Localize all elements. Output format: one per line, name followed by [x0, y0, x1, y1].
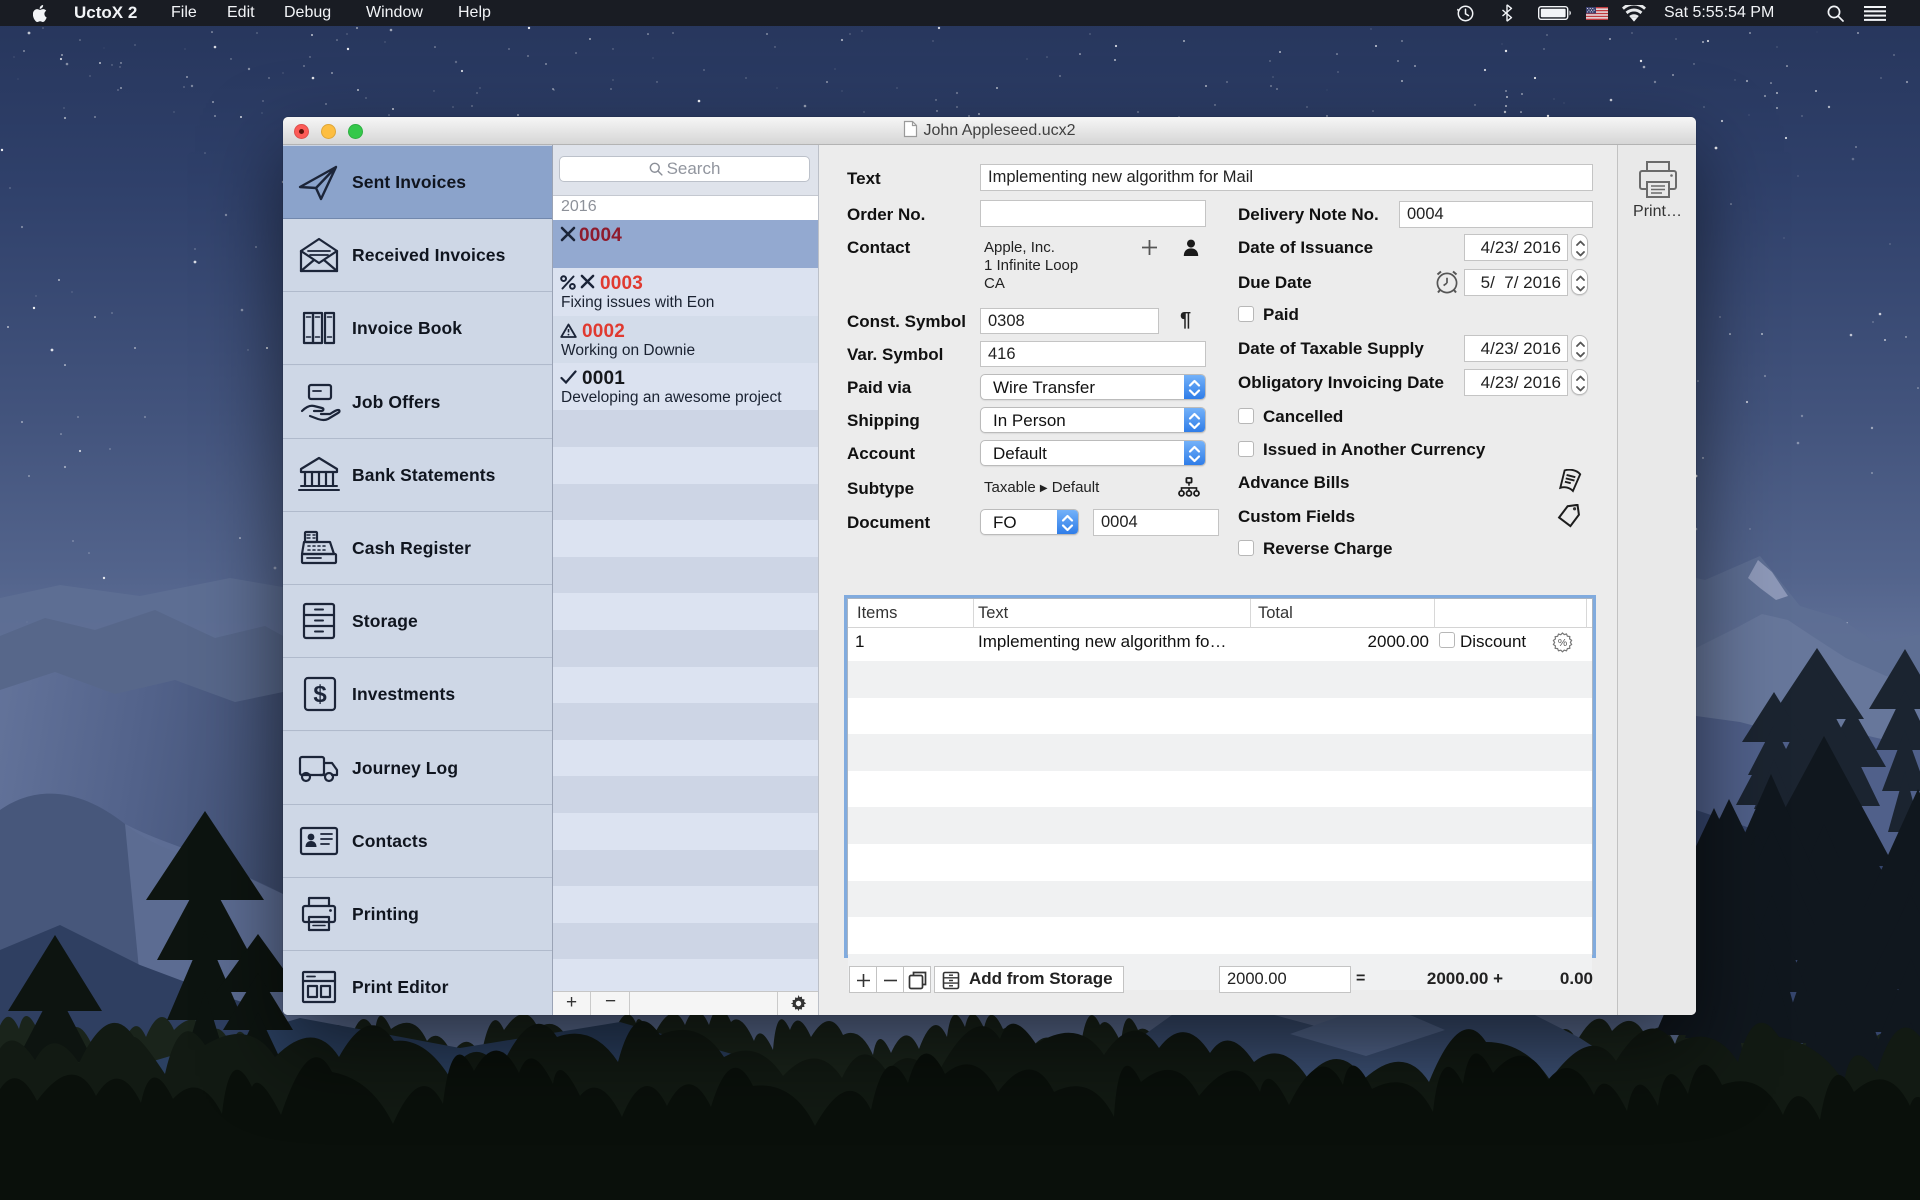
- svg-text:$: $: [313, 681, 327, 708]
- svg-text:%: %: [1558, 637, 1567, 649]
